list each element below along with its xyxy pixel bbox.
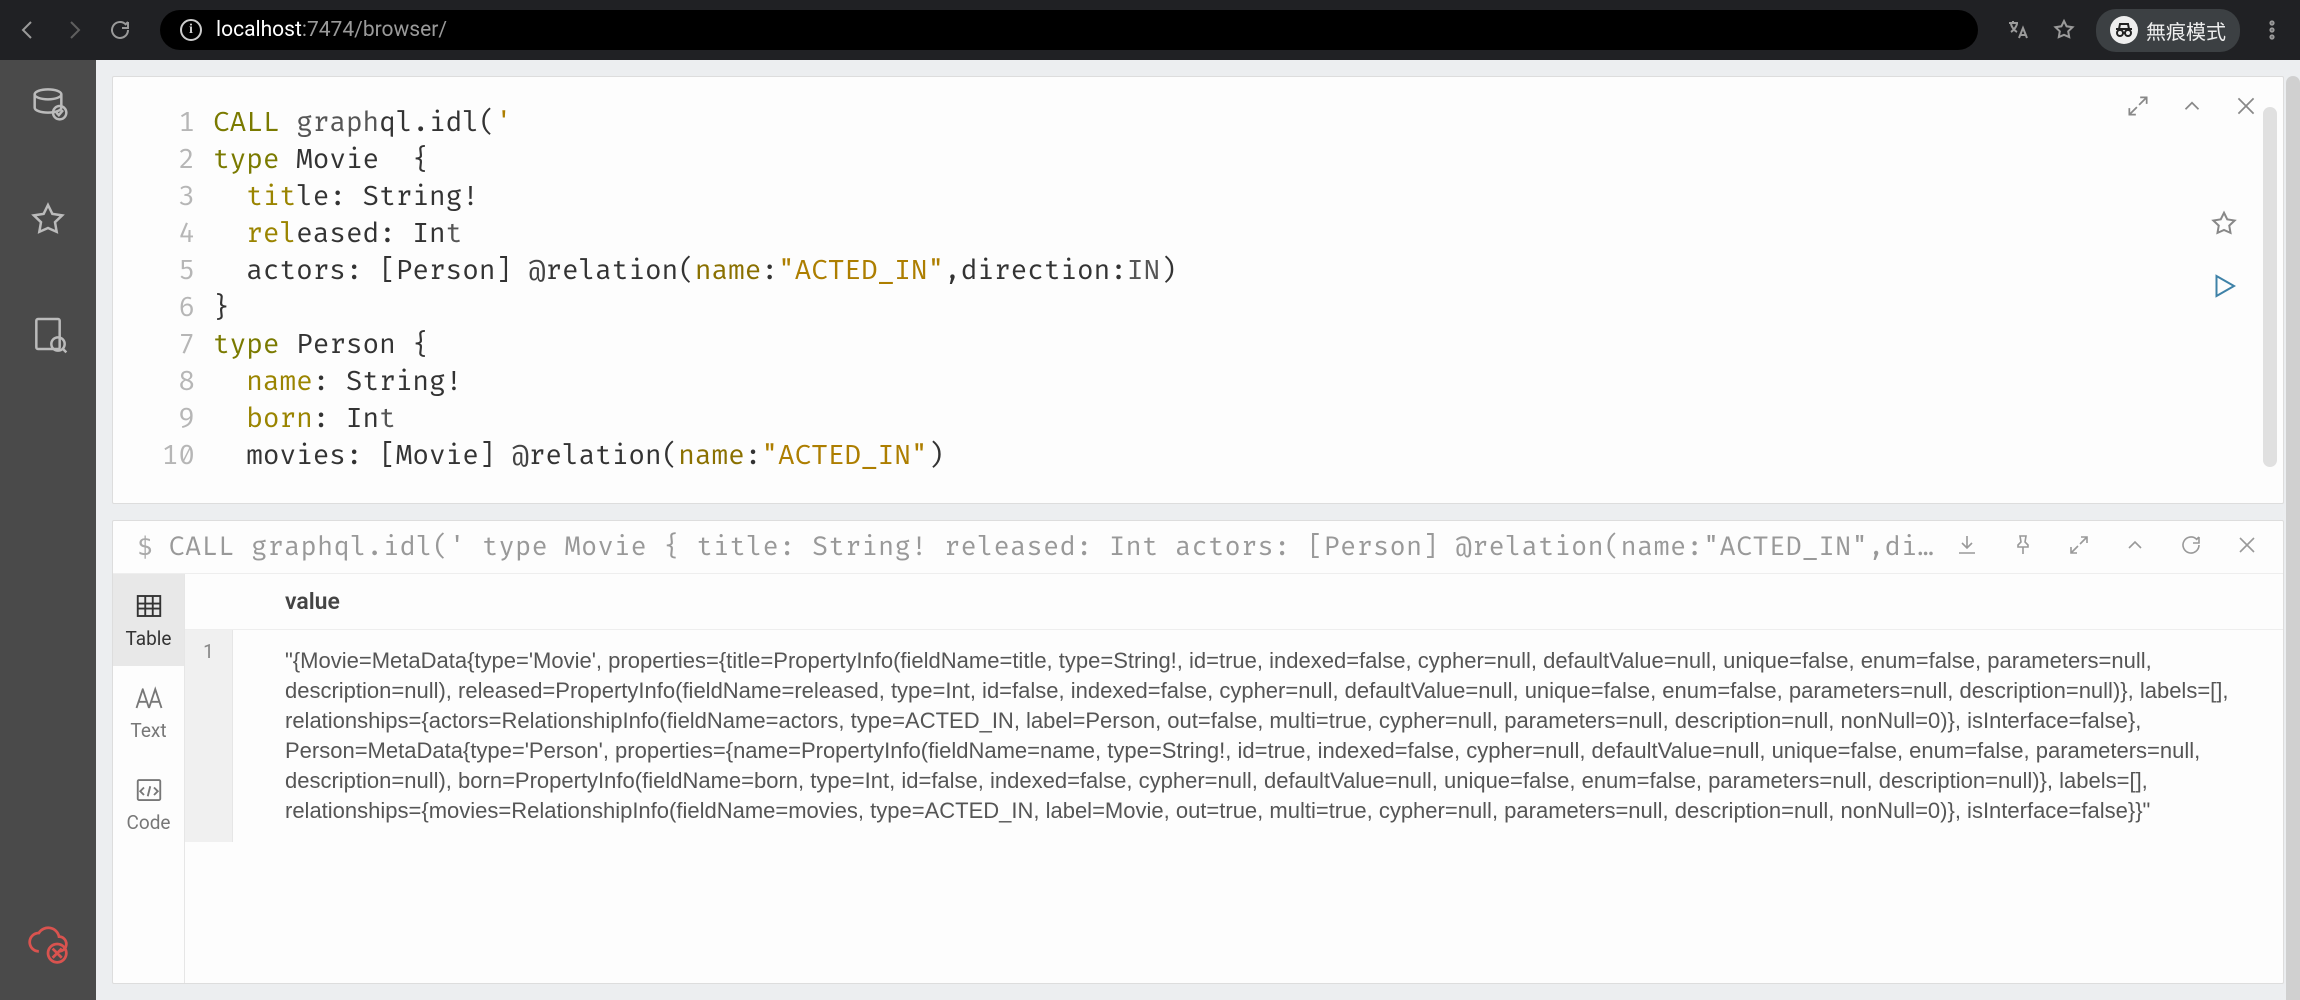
prompt-symbol: $ [137, 532, 153, 562]
editor-scrollbar[interactable] [2263, 107, 2277, 467]
tab-text-label: Text [130, 719, 166, 742]
content-area: 12345678910 CALL graphql.idl('type Movie… [96, 60, 2300, 1000]
tab-table-label: Table [126, 627, 172, 650]
result-table: value 1 "{Movie=MetaData{type='Movie', p… [185, 574, 2283, 983]
text-icon [134, 683, 164, 713]
browser-menu-icon[interactable] [2258, 16, 2286, 44]
code-body[interactable]: CALL graphql.idl('type Movie { title: St… [213, 105, 1177, 475]
cell-value: "{Movie=MetaData{type='Movie', propertie… [233, 630, 2283, 842]
table-icon [134, 591, 164, 621]
workspace: 12345678910 CALL graphql.idl('type Movie… [0, 60, 2300, 1000]
tab-code-label: Code [127, 811, 171, 834]
result-body: Table Text Code value 1 "{Movie= [113, 574, 2283, 983]
result-header-icons [1955, 533, 2259, 561]
incognito-badge[interactable]: 無痕模式 [2096, 9, 2240, 52]
documents-icon[interactable] [28, 314, 68, 358]
page-scrollbar[interactable] [2286, 76, 2300, 1000]
reload-button[interactable] [106, 16, 134, 44]
code-icon [134, 775, 164, 805]
run-query-icon[interactable] [2209, 271, 2239, 305]
site-info-icon[interactable]: i [180, 19, 202, 41]
row-number: 1 [185, 630, 233, 842]
expand-icon[interactable] [2125, 93, 2151, 123]
browser-toolbar: i localhost:7474/browser/ 無痕模式 [0, 0, 2300, 60]
column-header-value: value [185, 574, 2283, 630]
cloud-disconnect-icon[interactable] [26, 922, 70, 970]
back-button[interactable] [14, 16, 42, 44]
result-card: $ CALL graphql.idl(' type Movie { title:… [112, 520, 2284, 984]
editor-top-icons [2125, 93, 2259, 123]
tab-code[interactable]: Code [113, 758, 184, 850]
database-icon[interactable] [28, 86, 68, 130]
close-icon[interactable] [2233, 93, 2259, 123]
rerun-icon[interactable] [2179, 533, 2203, 561]
translate-icon[interactable] [2004, 16, 2032, 44]
favorite-star-icon[interactable] [2209, 209, 2239, 243]
collapse-up-icon[interactable] [2179, 93, 2205, 123]
result-header: $ CALL graphql.idl(' type Movie { title:… [113, 521, 2283, 574]
forward-button[interactable] [60, 16, 88, 44]
table-row: 1 "{Movie=MetaData{type='Movie', propert… [185, 630, 2283, 842]
result-close-icon[interactable] [2235, 533, 2259, 561]
header-query-text: CALL graphql.idl(' type Movie { title: S… [169, 531, 1939, 563]
download-icon[interactable] [1955, 533, 1979, 561]
address-bar[interactable]: i localhost:7474/browser/ [160, 10, 1978, 50]
view-tabs: Table Text Code [113, 574, 185, 983]
tab-text[interactable]: Text [113, 666, 184, 758]
left-rail [0, 60, 96, 1000]
favorites-star-icon[interactable] [28, 200, 68, 244]
editor-side-icons [2209, 209, 2239, 305]
line-gutter: 12345678910 [149, 105, 213, 475]
url-text: localhost:7474/browser/ [216, 18, 447, 42]
browser-right-controls: 無痕模式 [2004, 9, 2286, 52]
query-editor-card: 12345678910 CALL graphql.idl('type Movie… [112, 76, 2284, 504]
bookmark-star-icon[interactable] [2050, 16, 2078, 44]
code-editor[interactable]: 12345678910 CALL graphql.idl('type Movie… [149, 105, 2247, 475]
result-expand-icon[interactable] [2067, 533, 2091, 561]
result-collapse-icon[interactable] [2123, 533, 2147, 561]
tab-table[interactable]: Table [113, 574, 184, 666]
incognito-icon [2110, 16, 2138, 44]
pin-icon[interactable] [2011, 533, 2035, 561]
incognito-label: 無痕模式 [2146, 16, 2226, 45]
